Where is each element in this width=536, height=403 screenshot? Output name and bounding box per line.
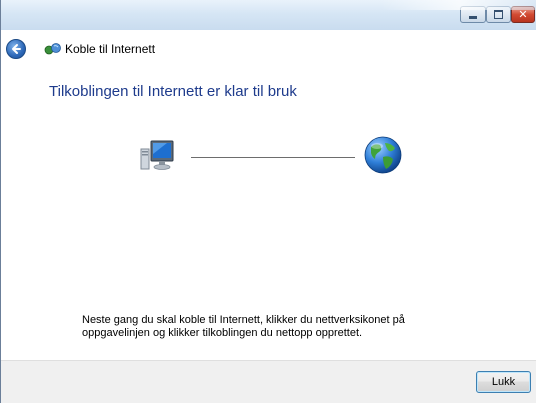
page-heading: Tilkoblingen til Internett er klar til b… bbox=[49, 83, 297, 100]
globe-icon bbox=[364, 136, 402, 174]
wizard-window: ✕ Koble til Internett Tilkoblingen til I… bbox=[0, 0, 536, 403]
close-icon: ✕ bbox=[518, 8, 528, 21]
minimize-icon bbox=[469, 15, 477, 19]
close-window-button[interactable]: ✕ bbox=[511, 6, 535, 23]
minimize-button[interactable] bbox=[460, 6, 486, 23]
title-bar[interactable]: ✕ bbox=[1, 0, 536, 30]
maximize-button[interactable] bbox=[486, 6, 511, 23]
connection-line bbox=[191, 157, 355, 158]
back-arrow-icon bbox=[12, 44, 21, 54]
computer-icon bbox=[140, 140, 174, 170]
lukk-button[interactable]: Lukk bbox=[476, 371, 531, 393]
back-button[interactable] bbox=[6, 39, 26, 59]
instruction-text: Neste gang du skal koble til Internett, … bbox=[82, 314, 405, 339]
maximize-icon bbox=[494, 10, 503, 19]
network-connect-icon bbox=[44, 43, 61, 55]
wizard-title: Koble til Internett bbox=[65, 42, 156, 56]
footer-bar bbox=[1, 360, 536, 403]
